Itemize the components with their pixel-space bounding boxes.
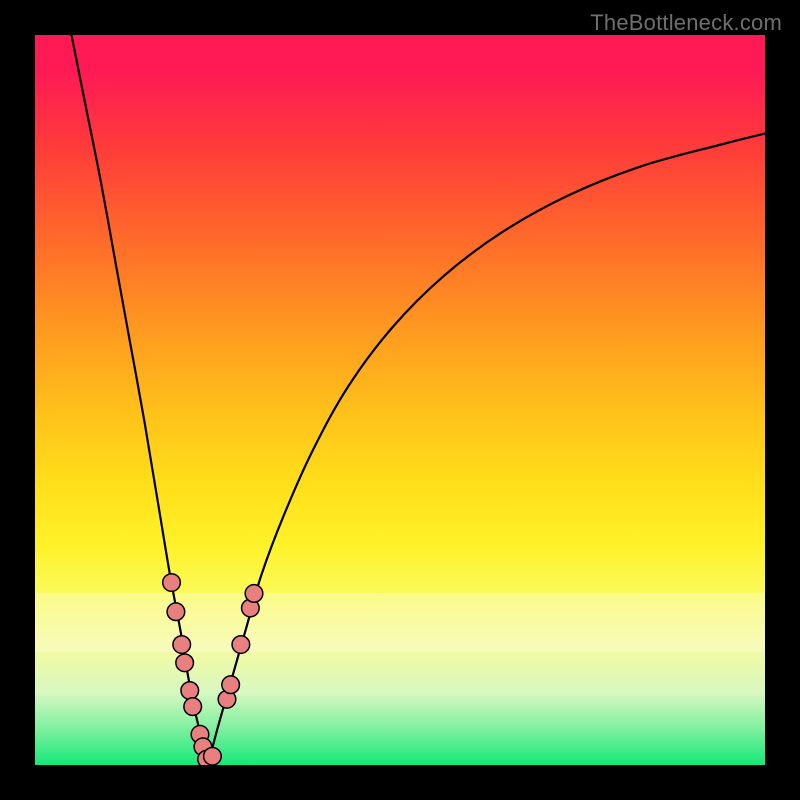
watermark-text: TheBottleneck.com	[590, 10, 782, 36]
curve-group	[72, 35, 766, 765]
data-marker	[204, 747, 222, 765]
data-marker	[245, 585, 263, 603]
marker-group	[163, 574, 263, 765]
chart-svg	[35, 35, 765, 765]
data-marker	[181, 682, 199, 700]
data-marker	[176, 654, 194, 672]
data-marker	[184, 698, 202, 716]
data-marker	[232, 636, 250, 654]
data-marker	[173, 636, 191, 654]
data-marker	[163, 574, 181, 592]
data-marker	[222, 676, 240, 694]
plot-area	[35, 35, 765, 765]
data-marker	[167, 603, 185, 621]
bottleneck-curve	[72, 35, 766, 765]
